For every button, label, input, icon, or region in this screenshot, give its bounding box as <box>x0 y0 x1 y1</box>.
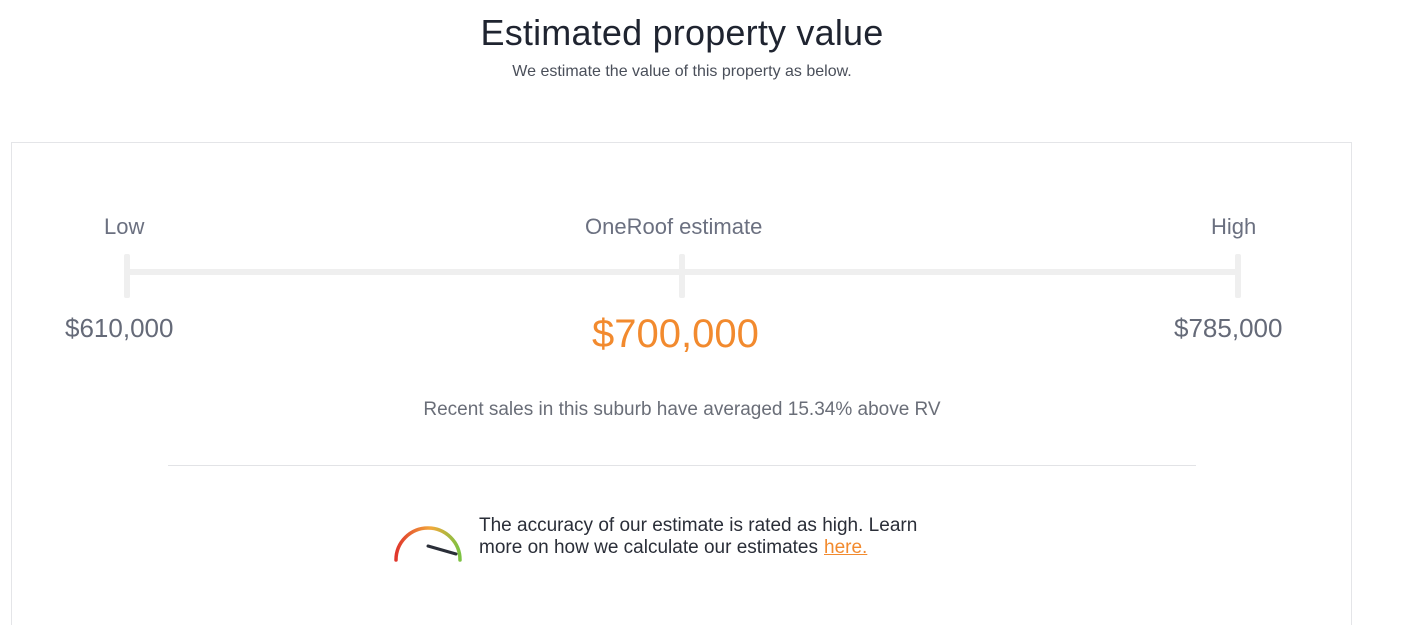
accuracy-line1: The accuracy of our estimate is rated as… <box>479 515 918 536</box>
accuracy-here-link[interactable]: here. <box>824 537 867 558</box>
range-tick-high <box>1235 254 1241 298</box>
sales-note: Recent sales in this suburb have average… <box>423 399 941 420</box>
estimate-value: $700,000 <box>592 312 759 356</box>
low-value: $610,000 <box>65 313 174 343</box>
page: Estimated property value We estimate the… <box>0 0 1403 625</box>
low-label: Low <box>104 214 145 239</box>
divider <box>168 465 1196 466</box>
gauge-needle <box>426 544 458 556</box>
page-subtitle: We estimate the value of this property a… <box>512 63 852 80</box>
high-label: High <box>1211 214 1257 239</box>
estimate-label: OneRoof estimate <box>585 214 763 239</box>
range-tick-estimate <box>679 254 685 298</box>
high-value: $785,000 <box>1174 313 1283 343</box>
accuracy-gauge-icon <box>394 526 462 562</box>
range-tick-low <box>124 254 130 298</box>
accuracy-text: The accuracy of our estimate is rated as… <box>479 515 999 559</box>
page-title: Estimated property value <box>480 12 884 53</box>
accuracy-line2: more on how we calculate our estimates <box>479 537 818 558</box>
